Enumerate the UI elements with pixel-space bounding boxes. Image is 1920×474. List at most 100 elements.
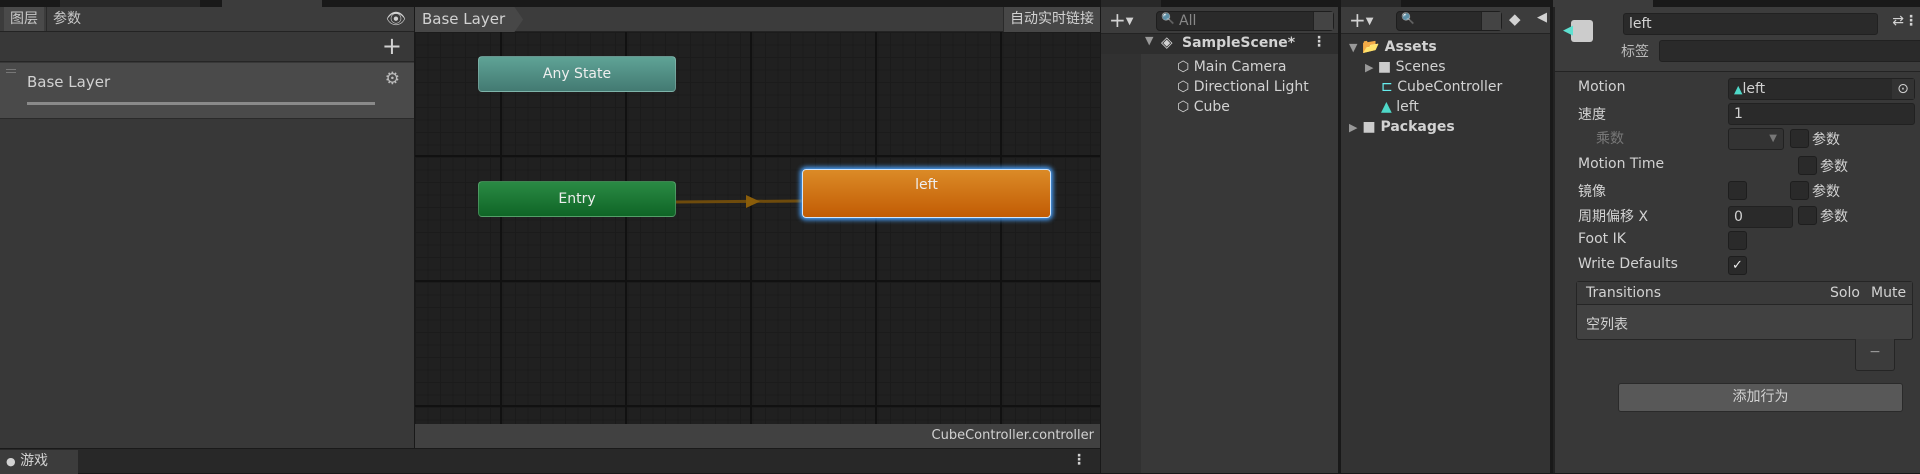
param-label: 参数 [1812, 184, 1840, 200]
hierarchy-toolbar: +▼ 🔍 All [1101, 7, 1338, 34]
state-machine-graph[interactable]: Any State Entry left [415, 32, 1100, 424]
tab-layers[interactable]: 图层 [4, 7, 44, 31]
top-tab-strip [0, 0, 1920, 7]
layers-tabs: 图层 参数 👁 [0, 7, 414, 32]
packages-folder[interactable]: ▶ ■ Packages [1349, 119, 1455, 135]
layer-name: Base Layer [27, 73, 111, 91]
project-toolbar: +▼ 🔍 ◆ ◀ [1341, 7, 1550, 34]
foot-ik-label: Foot IK [1578, 231, 1626, 247]
project-item-controller[interactable]: ⊏ CubeController [1381, 79, 1502, 95]
more-menu-icon[interactable]: ⋮ [1904, 13, 1918, 29]
mirror-checkbox[interactable] [1728, 181, 1747, 200]
speed-label: 速度 [1578, 107, 1606, 123]
empty-list-label: 空列表 [1586, 317, 1628, 333]
transitions-list: Transitions Solo Mute 空列表 [1576, 281, 1913, 340]
cycle-offset-field[interactable]: 0 [1728, 206, 1793, 228]
add-layer-button[interactable]: + [382, 32, 402, 60]
object-picker-icon[interactable]: ⊙ [1892, 79, 1914, 99]
foot-ik-checkbox[interactable] [1728, 231, 1747, 250]
scene-row[interactable]: ▼ ◈ SampleScene* ⋮ [1101, 33, 1338, 54]
filter-by-type-icon[interactable]: ◆ [1509, 10, 1521, 28]
drag-handle-icon[interactable] [6, 69, 16, 73]
project-panel: +▼ 🔍 ◆ ◀ ▼ 📂 Assets ▶ ■ Scenes ⊏ CubeCon… [1341, 7, 1550, 473]
collapse-arrow-icon[interactable]: ◀ [1537, 10, 1547, 25]
folder-icon: ■ [1362, 119, 1376, 135]
gameobject-icon: ⬡ [1177, 79, 1190, 95]
expand-arrow-icon[interactable]: ▼ [1145, 34, 1153, 47]
param-label: 参数 [1820, 209, 1848, 225]
state-arrow-icon: ◀ [1563, 23, 1573, 38]
any-state-node[interactable]: Any State [478, 56, 676, 92]
add-behaviour-button[interactable]: 添加行为 [1618, 383, 1903, 412]
cycle-offset-label: 周期偏移 X [1578, 209, 1649, 225]
project-search[interactable]: 🔍 [1396, 11, 1502, 31]
tab-game[interactable]: ● 游戏 [0, 450, 78, 474]
tab-parameters[interactable]: 参数 [46, 7, 87, 31]
motion-time-label: Motion Time [1578, 156, 1665, 172]
speed-field[interactable]: 1 [1728, 103, 1915, 125]
scene-menu-icon[interactable]: ⋮ [1312, 34, 1326, 50]
state-icon [1571, 20, 1593, 42]
motion-field[interactable]: ▲left ⊙ [1728, 78, 1915, 100]
inspector-header: ◀ left ⇄ ⋮ 标签 [1555, 7, 1920, 72]
breadcrumb[interactable]: Base Layer [415, 7, 524, 32]
tag-field[interactable] [1659, 40, 1920, 62]
controller-file-name: CubeController.controller [931, 428, 1094, 443]
mute-column: Mute [1871, 285, 1907, 301]
tab-stub[interactable] [60, 0, 200, 7]
write-defaults-checkbox[interactable]: ✓ [1728, 256, 1747, 275]
transitions-header: Transitions Solo Mute [1577, 282, 1912, 305]
animation-clip-icon: ▲ [1381, 99, 1392, 115]
project-item-clip[interactable]: ▲ left [1381, 99, 1419, 115]
graph-header: Base Layer 自动实时链接 [415, 7, 1100, 32]
remove-transition-button[interactable]: − [1855, 339, 1895, 371]
gameobject-icon: ⬡ [1177, 59, 1190, 75]
tab-stub-animator[interactable] [222, 0, 322, 7]
entry-node[interactable]: Entry [478, 181, 676, 217]
more-menu-icon[interactable]: ⋮ [1072, 452, 1086, 468]
preset-icon[interactable]: ⇄ [1892, 13, 1904, 29]
hierarchy-item[interactable]: ⬡ Cube [1177, 99, 1230, 115]
unity-scene-icon: ◈ [1161, 33, 1173, 51]
layers-toolbar: + [0, 32, 414, 62]
create-asset-button[interactable]: +▼ [1349, 8, 1373, 32]
hierarchy-search[interactable]: 🔍 All [1156, 11, 1334, 31]
tab-stub-hierarchy[interactable] [1101, 0, 1161, 7]
tab-stub-inspector[interactable] [1553, 0, 1653, 7]
cycle-offset-param-checkbox[interactable] [1798, 206, 1817, 225]
layers-panel: 图层 参数 👁 + Base Layer ⚙ [0, 7, 414, 448]
tab-stub-project[interactable] [1341, 0, 1401, 7]
hierarchy-item[interactable]: ⬡ Main Camera [1177, 59, 1287, 75]
auto-live-link-button[interactable]: 自动实时链接 [1003, 7, 1100, 32]
expand-search-icon[interactable] [1481, 12, 1501, 30]
multiplier-dropdown[interactable]: ▼ [1728, 128, 1784, 150]
graph-status-bar: CubeController.controller [415, 424, 1100, 448]
mirror-label: 镜像 [1578, 184, 1606, 200]
left-state-node[interactable]: left [802, 169, 1051, 218]
transitions-title: Transitions [1586, 285, 1661, 301]
folder-icon: ■ [1377, 59, 1392, 75]
gear-icon[interactable]: ⚙ [385, 69, 400, 89]
hierarchy-gutter [1101, 54, 1141, 473]
create-button[interactable]: +▼ [1109, 8, 1133, 32]
multiplier-label: 乘数 [1596, 131, 1624, 147]
hierarchy-item[interactable]: ⬡ Directional Light [1177, 79, 1309, 95]
mirror-param-checkbox[interactable] [1790, 181, 1809, 200]
bottom-tab-bar: ● 游戏 ⋮ [0, 448, 1100, 474]
expand-search-icon[interactable] [1313, 12, 1333, 30]
transition-arrow[interactable] [676, 192, 806, 212]
layer-item-base[interactable]: Base Layer ⚙ [0, 63, 414, 119]
project-item-scenes[interactable]: ▶ ■ Scenes [1365, 59, 1446, 75]
multiplier-param-checkbox[interactable] [1790, 129, 1809, 148]
search-icon: 🔍 [1401, 12, 1415, 25]
eye-icon[interactable]: 👁 [386, 9, 406, 28]
search-placeholder: All [1179, 13, 1197, 29]
state-name-field[interactable]: left [1623, 13, 1878, 35]
hierarchy-panel: +▼ 🔍 All ▼ ◈ SampleScene* ⋮ ⬡ Main Camer… [1101, 7, 1338, 473]
gameobject-icon: ⬡ [1177, 99, 1190, 115]
assets-folder[interactable]: ▼ 📂 Assets [1349, 39, 1437, 55]
search-icon: 🔍 [1161, 12, 1175, 25]
folder-open-icon: 📂 [1362, 39, 1380, 55]
motion-time-param-checkbox[interactable] [1798, 156, 1817, 175]
inspector-panel: ◀ left ⇄ ⋮ 标签 Motion ▲left ⊙ 速度 1 乘数 ▼ 参数… [1553, 7, 1920, 473]
